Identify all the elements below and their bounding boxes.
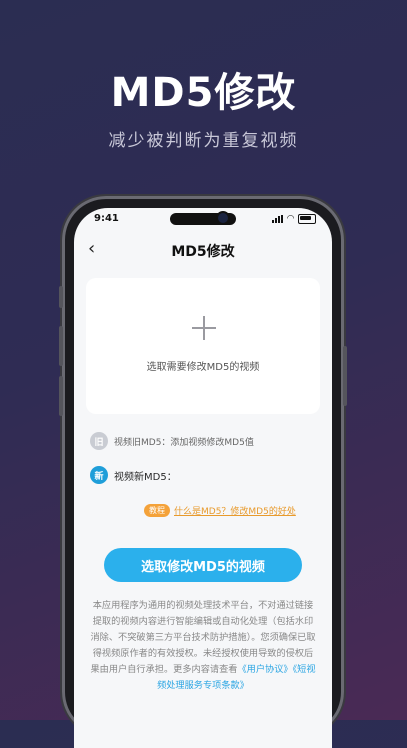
phone-screen: 9:41 ◠ ‹ MD5修改 选取需要修改MD5的视频 旧 视频旧MD5：添加视…	[74, 208, 332, 748]
select-video-button[interactable]: 选取修改MD5的视频	[104, 548, 302, 582]
disclaimer-text: 本应用程序为通用的视频处理技术平台，不对通过链接提取的视频内容进行智能编辑或自动…	[90, 598, 316, 694]
old-md5-label: 视频旧MD5：添加视频修改MD5值	[114, 437, 254, 448]
status-bar: 9:41 ◠	[74, 208, 332, 230]
status-icons: ◠	[272, 214, 316, 224]
old-md5-badge: 旧	[90, 432, 108, 450]
phone-mute-switch	[59, 286, 63, 308]
page-title: MD5修改	[171, 244, 235, 260]
phone-power-button	[343, 346, 347, 406]
wifi-icon: ◠	[287, 214, 294, 224]
hero-title: MD5修改	[110, 70, 297, 116]
new-md5-row: 新 视频新MD5：	[90, 466, 177, 484]
tutorial-link[interactable]: 什么是MD5？修改MD5的好处	[174, 504, 296, 517]
video-upload-card[interactable]: 选取需要修改MD5的视频	[86, 278, 320, 414]
hero-subtitle: 减少被判断为重复视频	[108, 131, 299, 151]
status-time: 9:41	[94, 213, 119, 224]
user-agreement-link[interactable]: 《用户协议》	[237, 664, 292, 675]
new-md5-badge: 新	[90, 466, 108, 484]
upload-label: 选取需要修改MD5的视频	[146, 362, 260, 373]
phone-volume-up	[59, 326, 63, 366]
phone-frame: 9:41 ◠ ‹ MD5修改 选取需要修改MD5的视频 旧 视频旧MD5：添加视…	[59, 196, 347, 748]
plus-icon	[192, 316, 216, 340]
phone-volume-down	[59, 376, 63, 416]
old-md5-row: 旧 视频旧MD5：添加视频修改MD5值	[90, 432, 254, 450]
tutorial-badge: 教程	[144, 504, 170, 517]
nav-bar: ‹ MD5修改	[74, 230, 332, 270]
front-camera	[216, 211, 230, 225]
battery-icon	[298, 214, 316, 224]
signal-icon	[272, 215, 284, 223]
tutorial-row: 教程 什么是MD5？修改MD5的好处	[144, 504, 296, 517]
new-md5-label: 视频新MD5：	[114, 471, 177, 483]
